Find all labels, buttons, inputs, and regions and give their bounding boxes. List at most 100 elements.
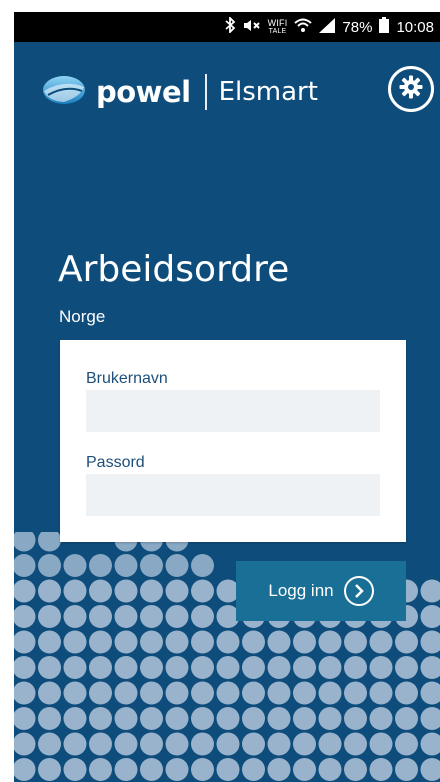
decorative-dot — [216, 681, 240, 705]
decorative-dot — [14, 630, 36, 654]
decorative-dot — [14, 758, 36, 781]
decorative-dot — [14, 732, 36, 756]
decorative-dot — [395, 732, 418, 756]
decorative-dot — [267, 707, 291, 730]
decorative-dot — [242, 758, 265, 781]
decorative-dot — [420, 758, 440, 781]
decorative-dot — [14, 605, 36, 628]
decorative-dot — [395, 681, 418, 705]
decorative-dot — [242, 681, 265, 705]
decorative-dot — [293, 681, 316, 705]
powel-globe-icon — [42, 75, 86, 110]
decorative-dot — [191, 579, 214, 603]
clock: 10:08 — [396, 18, 434, 36]
decorative-dot — [114, 758, 138, 781]
login-button[interactable]: Logg inn — [236, 561, 406, 621]
status-bar: WIFI TALE 78% 10:08 — [14, 12, 440, 42]
decorative-dot — [38, 532, 61, 552]
decorative-dot — [318, 758, 342, 781]
decorative-dot — [38, 732, 61, 756]
device-frame: WIFI TALE 78% 10:08 powel Elsmart Arbeid… — [0, 0, 440, 782]
settings-button[interactable] — [388, 66, 434, 112]
decorative-dot — [318, 707, 342, 730]
decorative-dot — [191, 681, 214, 705]
decorative-dot — [293, 707, 316, 730]
decorative-dot — [114, 554, 138, 577]
decorative-dot — [369, 656, 393, 679]
decorative-dot — [89, 605, 112, 628]
username-field[interactable] — [86, 390, 380, 432]
decorative-dot — [216, 732, 240, 756]
gear-icon — [399, 75, 423, 104]
decorative-dot — [38, 681, 61, 705]
decorative-dot — [165, 554, 189, 577]
battery-icon — [379, 17, 390, 37]
decorative-dot — [140, 707, 163, 730]
decorative-dot — [165, 681, 189, 705]
decorative-dot — [344, 707, 367, 730]
decorative-dot — [318, 656, 342, 679]
decorative-dot — [14, 707, 36, 730]
wifi-calling-badge: WIFI TALE — [267, 18, 288, 36]
decorative-dot — [63, 605, 87, 628]
decorative-dot — [89, 656, 112, 679]
decorative-dot — [63, 681, 87, 705]
decorative-dot — [216, 707, 240, 730]
decorative-dot — [140, 630, 163, 654]
decorative-dot — [242, 707, 265, 730]
decorative-dot — [63, 554, 87, 577]
decorative-dot — [344, 732, 367, 756]
decorative-dot — [420, 605, 440, 628]
decorative-dot — [38, 656, 61, 679]
decorative-dot — [14, 579, 36, 603]
app-screen: WIFI TALE 78% 10:08 powel Elsmart Arbeid… — [14, 12, 440, 782]
decorative-dot — [369, 681, 393, 705]
decorative-dot — [14, 554, 36, 577]
decorative-dot — [191, 707, 214, 730]
decorative-dot — [191, 554, 214, 577]
decorative-dot — [114, 681, 138, 705]
decorative-dot — [89, 732, 112, 756]
decorative-dot — [344, 758, 367, 781]
decorative-dot — [165, 579, 189, 603]
decorative-dot — [14, 681, 36, 705]
decorative-dot — [140, 579, 163, 603]
password-field[interactable] — [86, 474, 380, 516]
password-label: Passord — [86, 454, 145, 471]
decorative-dot — [191, 732, 214, 756]
decorative-dot — [420, 656, 440, 679]
decorative-dot — [242, 630, 265, 654]
decorative-dot — [114, 707, 138, 730]
wifi-icon — [294, 18, 313, 37]
decorative-dot — [395, 758, 418, 781]
decorative-dot — [140, 656, 163, 679]
decorative-dot — [63, 656, 87, 679]
decorative-dot — [395, 630, 418, 654]
decorative-dot — [369, 732, 393, 756]
decorative-dot — [140, 554, 163, 577]
username-label: Brukernavn — [86, 370, 168, 387]
decorative-dot — [293, 630, 316, 654]
decorative-dot — [165, 656, 189, 679]
app-header: powel Elsmart — [14, 42, 440, 142]
decorative-dot — [38, 630, 61, 654]
decorative-dot — [420, 681, 440, 705]
decorative-dot — [344, 681, 367, 705]
decorative-dot — [216, 630, 240, 654]
decorative-dot — [369, 707, 393, 730]
chevron-right-circle-icon — [343, 576, 374, 606]
decorative-dot — [140, 681, 163, 705]
decorative-dot — [89, 707, 112, 730]
decorative-dot — [165, 707, 189, 730]
decorative-dot — [293, 732, 316, 756]
decorative-dot — [267, 656, 291, 679]
decorative-dot — [293, 758, 316, 781]
login-form: Brukernavn Passord — [60, 340, 406, 542]
decorative-dot — [140, 732, 163, 756]
battery-percent: 78% — [342, 18, 373, 36]
decorative-dot — [38, 758, 61, 781]
decorative-dot — [63, 732, 87, 756]
login-button-label: Logg inn — [268, 581, 334, 600]
decorative-dot — [420, 707, 440, 730]
page-title: Arbeidsordre — [58, 249, 290, 290]
